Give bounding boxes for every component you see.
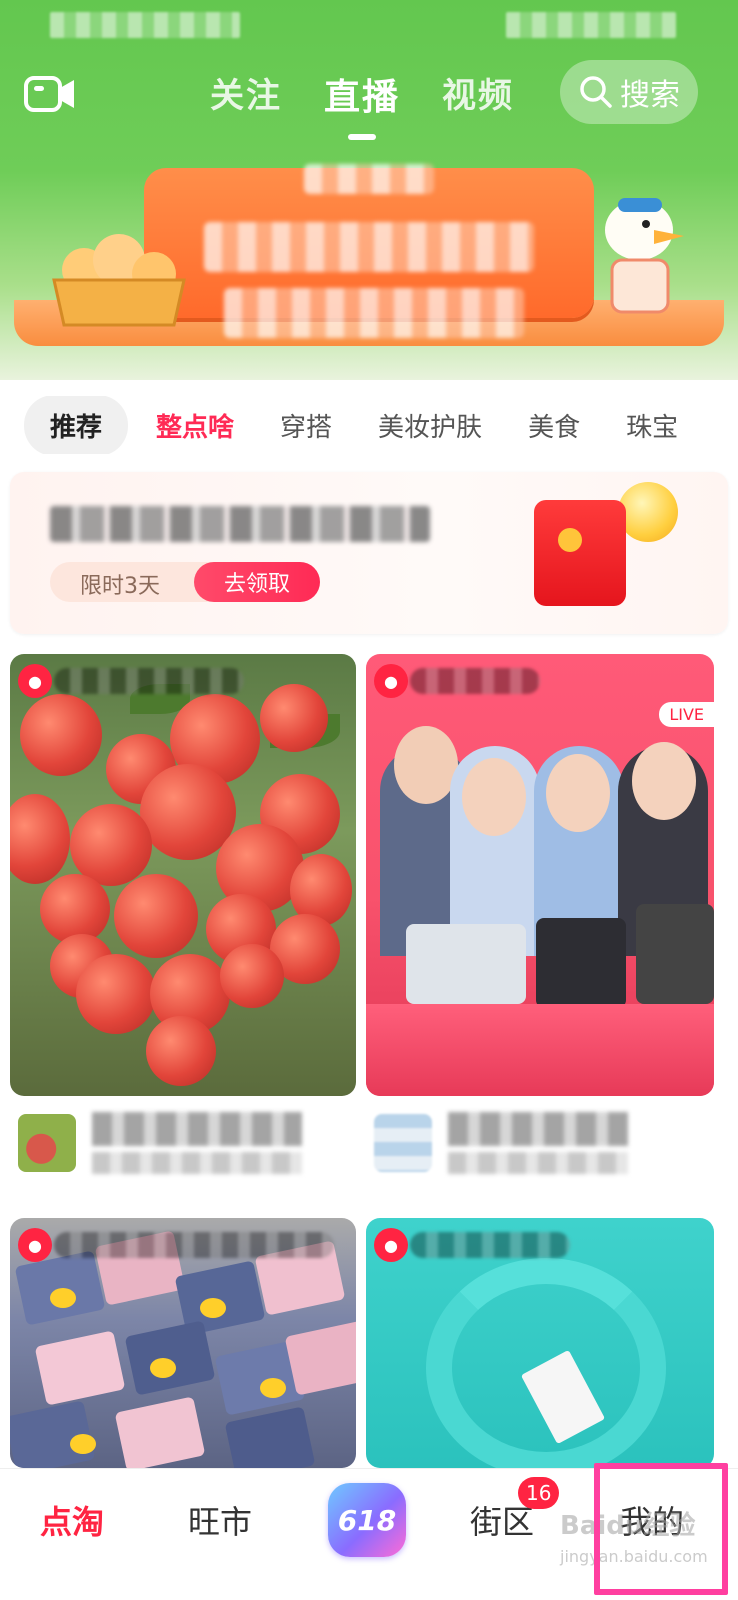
product-bag <box>124 1320 216 1396</box>
category-zhengdiansha[interactable]: 整点啥 <box>156 407 234 444</box>
nav-618-button[interactable]: 618 <box>328 1483 406 1557</box>
category-jewelry[interactable]: 珠宝 <box>626 407 678 444</box>
host-head <box>394 726 458 804</box>
lychee-fruit <box>10 794 70 884</box>
banner-sub-blurred <box>224 288 524 338</box>
device-image <box>406 924 526 1004</box>
tab-live-label: 直播 <box>324 77 401 118</box>
fruit-basket-image <box>52 234 186 327</box>
lychee-fruit <box>146 1016 216 1086</box>
watermark-text: Baidu经验 <box>560 1511 696 1541</box>
red-envelope-icon <box>534 500 626 606</box>
live-indicator-icon: ● <box>374 664 408 698</box>
stage-surface <box>366 1004 714 1096</box>
streamer-name-blurred <box>410 668 540 694</box>
lychee-fruit <box>76 954 156 1034</box>
search-icon <box>580 76 612 108</box>
new-user-promo-card[interactable]: 限时3天 去领取 <box>10 472 728 634</box>
tab-follow[interactable]: 关注 <box>210 68 282 120</box>
watermark-sub-text: jingyan.baidu.com <box>560 1547 708 1566</box>
banner-headline-blurred <box>204 222 534 272</box>
status-right-blurred <box>506 12 676 38</box>
nav-diantao[interactable]: 点淘 <box>40 1497 104 1543</box>
search-button[interactable]: 搜索 <box>560 60 698 124</box>
lychee-fruit <box>20 694 102 776</box>
bottom-navigation: 点淘 旺市 618 街区 16 我的 Baidu经验 jingyan.baidu… <box>0 1463 738 1600</box>
gold-coin-icon <box>618 482 678 542</box>
product-bag <box>224 1406 316 1468</box>
streamer-name-blurred <box>410 1232 570 1258</box>
lychee-fruit <box>260 684 328 752</box>
video-camera-icon[interactable] <box>24 74 76 114</box>
search-label: 搜索 <box>620 78 680 113</box>
host-head <box>546 754 610 832</box>
active-tab-indicator <box>348 134 376 140</box>
category-recommend[interactable]: 推荐 <box>24 396 129 454</box>
duck-mascot-image <box>605 198 684 314</box>
category-tabs: 推荐 整点啥 穿搭 美妆护肤 美食 珠宝 <box>24 396 738 454</box>
shop-name-blurred <box>92 1112 302 1146</box>
duck-logo-icon <box>150 1358 176 1378</box>
category-outfits[interactable]: 穿搭 <box>280 407 332 444</box>
duck-logo-icon <box>50 1288 76 1308</box>
shop-avatar <box>18 1114 76 1172</box>
live-indicator-icon: ● <box>374 1228 408 1262</box>
promo-title-blurred <box>50 506 430 542</box>
status-left-blurred <box>50 12 240 38</box>
live-indicator-icon: ● <box>18 664 52 698</box>
lychee-fruit <box>70 804 152 886</box>
lychee-fruit <box>114 874 198 958</box>
claim-button[interactable]: 去领取 <box>194 562 320 602</box>
host-head <box>462 758 526 836</box>
product-bag <box>114 1396 206 1468</box>
live-card-bags[interactable]: ● <box>10 1218 356 1468</box>
product-bag <box>284 1320 356 1396</box>
device-image <box>536 918 626 1008</box>
banner-title-blurred <box>304 164 434 194</box>
live-card-tshirt[interactable]: ● <box>366 1218 714 1468</box>
shop-avatar <box>374 1114 432 1172</box>
live-tag: LIVE <box>659 702 714 727</box>
shop-name-blurred <box>448 1112 628 1146</box>
shop-sub-blurred <box>92 1152 302 1174</box>
category-beauty[interactable]: 美妆护肤 <box>378 407 482 444</box>
live-card-lychee[interactable]: ● <box>10 654 356 1096</box>
promo-time-label: 限时3天 <box>80 574 160 599</box>
jiequ-notification-badge: 16 <box>518 1477 560 1509</box>
product-bag <box>34 1330 126 1406</box>
top-tabs: 关注 直播 视频 <box>210 68 514 140</box>
lychee-fruit <box>220 944 284 1008</box>
duck-logo-icon <box>260 1378 286 1398</box>
lychee-fruit <box>40 874 110 944</box>
device-image <box>636 904 714 1004</box>
live-indicator-icon: ● <box>18 1228 52 1262</box>
category-food[interactable]: 美食 <box>528 407 580 444</box>
shop-sub-blurred <box>448 1152 628 1174</box>
red-envelope-coin-icon <box>558 528 582 552</box>
duck-logo-icon <box>70 1434 96 1454</box>
duck-logo-icon <box>200 1298 226 1318</box>
promo-banner[interactable] <box>14 150 724 368</box>
tab-live[interactable]: 直播 <box>324 68 401 140</box>
live-card-electronics[interactable]: ● LIVE <box>366 654 714 1096</box>
nav-wangshi[interactable]: 旺市 <box>188 1497 252 1543</box>
card-meta-electronics[interactable] <box>374 1108 714 1178</box>
status-bar <box>0 10 738 44</box>
card-meta-lychee[interactable] <box>18 1108 348 1178</box>
tab-video[interactable]: 视频 <box>442 68 514 120</box>
header: 关注 直播 视频 搜索 <box>0 0 738 380</box>
streamer-name-blurred <box>54 668 244 694</box>
host-head <box>632 742 696 820</box>
streamer-name-blurred <box>54 1232 334 1258</box>
